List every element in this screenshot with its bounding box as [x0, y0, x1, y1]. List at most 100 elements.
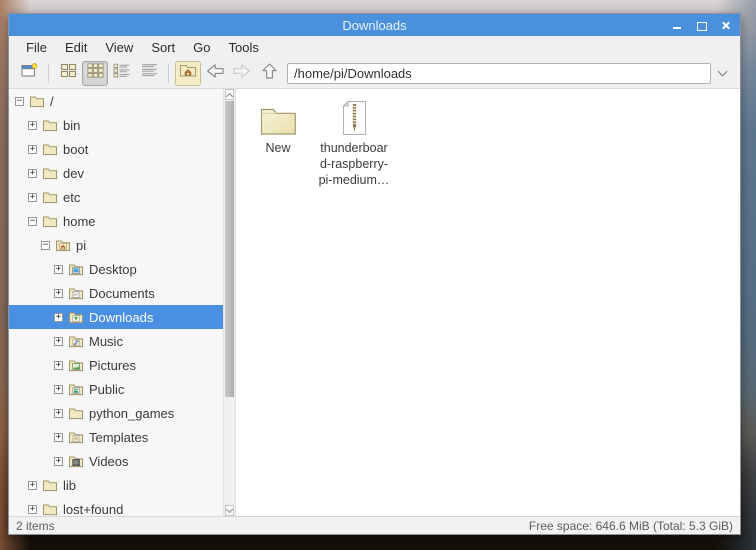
toolbar-separator — [168, 63, 169, 83]
folder-icon — [42, 166, 58, 180]
scroll-up-button[interactable] — [225, 89, 234, 100]
menu-go[interactable]: Go — [184, 38, 219, 57]
folder-icon — [42, 118, 58, 132]
expand-icon[interactable]: + — [28, 120, 37, 130]
expand-icon[interactable]: + — [28, 144, 37, 154]
sidebar-item-[interactable]: − / — [9, 89, 223, 113]
path-dropdown-button[interactable] — [711, 63, 733, 84]
sidebar-item-boot[interactable]: + boot — [9, 137, 223, 161]
menu-tools[interactable]: Tools — [220, 38, 268, 57]
sidebar-item-lib[interactable]: + lib — [9, 473, 223, 497]
sidebar-item-bin[interactable]: + bin — [9, 113, 223, 137]
expand-icon[interactable]: + — [28, 168, 37, 178]
close-icon[interactable] — [720, 20, 731, 31]
toolbar — [9, 58, 740, 89]
sidebar-item-label: bin — [63, 117, 81, 133]
item-count: 2 items — [16, 518, 55, 533]
sidebar-item-desktop[interactable]: + Desktop — [9, 257, 223, 281]
menubar: File Edit View Sort Go Tools — [9, 36, 740, 58]
sidebar-item-label: etc — [63, 189, 81, 205]
sidebar-item-label: home — [63, 213, 96, 229]
list-view-icon — [141, 63, 158, 83]
expand-icon[interactable]: + — [54, 336, 63, 346]
sidebar-item-downloads[interactable]: + Downloads — [9, 305, 223, 329]
sidebar-item-dev[interactable]: + dev — [9, 161, 223, 185]
file-list-panel[interactable]: New thunderboar d-raspberry- pi-medium… — [236, 89, 740, 516]
scrollbar-thumb[interactable] — [225, 101, 234, 397]
list-view-button[interactable] — [136, 61, 162, 86]
sidebar-item-music[interactable]: + Music — [9, 329, 223, 353]
compact-view-button[interactable] — [82, 60, 108, 86]
sidebar-item-label: Downloads — [89, 309, 154, 325]
chevron-up-icon — [225, 92, 234, 100]
minimize-icon[interactable] — [672, 20, 683, 31]
home-folder-icon — [179, 63, 197, 83]
sidebar-item-label: pi — [76, 237, 87, 253]
back-button[interactable] — [202, 61, 228, 86]
expand-icon[interactable]: + — [54, 408, 63, 418]
collapse-icon[interactable]: − — [15, 96, 24, 106]
sidebar-item-home[interactable]: − home — [9, 209, 223, 233]
menu-file[interactable]: File — [17, 38, 56, 57]
sidebar-item-videos[interactable]: + Videos — [9, 449, 223, 473]
folder-icon — [68, 406, 84, 420]
expand-icon[interactable]: + — [28, 504, 37, 514]
sidebar-item-public[interactable]: + Public — [9, 377, 223, 401]
window-controls — [672, 14, 731, 36]
sidebar-item-label: Pictures — [89, 357, 136, 373]
sidebar-item-templates[interactable]: + Templates — [9, 425, 223, 449]
menu-sort[interactable]: Sort — [142, 38, 184, 57]
menu-view[interactable]: View — [96, 38, 142, 57]
icon-view-button[interactable] — [55, 61, 81, 86]
sidebar-scrollbar[interactable] — [223, 89, 236, 516]
collapse-icon[interactable]: − — [28, 216, 37, 226]
sidebar-item-python-games[interactable]: + python_games — [9, 401, 223, 425]
collapse-icon[interactable]: − — [41, 240, 50, 250]
forward-button[interactable] — [229, 61, 255, 86]
up-arrow-icon — [261, 62, 278, 85]
expand-icon[interactable]: + — [54, 456, 63, 466]
scroll-down-button[interactable] — [225, 505, 234, 516]
maximize-icon[interactable] — [696, 20, 707, 31]
templates-folder-icon — [68, 430, 84, 444]
menu-edit[interactable]: Edit — [56, 38, 96, 57]
path-input[interactable] — [287, 62, 711, 84]
music-folder-icon — [68, 334, 84, 348]
compact-view-icon — [86, 63, 104, 83]
expand-icon[interactable]: + — [54, 264, 63, 274]
folder-icon — [42, 502, 58, 516]
folder-icon — [260, 96, 297, 136]
sidebar-item-label: Desktop — [89, 261, 137, 277]
expand-icon[interactable]: + — [54, 432, 63, 442]
expand-icon[interactable]: + — [28, 192, 37, 202]
pictures-folder-icon — [68, 358, 84, 372]
sidebar-item-label: lost+found — [63, 501, 124, 517]
home-folder-icon — [55, 238, 71, 252]
up-button[interactable] — [256, 61, 282, 86]
sidebar-item-label: Videos — [89, 453, 129, 469]
file-item-thunderboar[interactable]: thunderboar d-raspberry- pi-medium… — [318, 96, 390, 188]
sidebar-item-documents[interactable]: + Documents — [9, 281, 223, 305]
sidebar-item-etc[interactable]: + etc — [9, 185, 223, 209]
sidebar-item-pi[interactable]: − pi — [9, 233, 223, 257]
home-button[interactable] — [175, 60, 201, 86]
sidebar-item-label: python_games — [89, 405, 175, 421]
statusbar: 2 items Free space: 646.6 MiB (Total: 5.… — [9, 516, 740, 534]
content-area: − / + bin + boot + dev + etc − home − pi + Desktop + Docu… — [9, 89, 740, 516]
expand-icon[interactable]: + — [54, 360, 63, 370]
sidebar-item-pictures[interactable]: + Pictures — [9, 353, 223, 377]
toolbar-separator — [48, 63, 49, 83]
sidebar-item-label: / — [50, 93, 54, 109]
expand-icon[interactable]: + — [54, 288, 63, 298]
sidebar-item-label: Documents — [89, 285, 155, 301]
new-window-button[interactable] — [16, 61, 42, 86]
free-space: Free space: 646.6 MiB (Total: 5.3 GiB) — [528, 518, 733, 533]
detailed-list-view-icon — [113, 63, 131, 83]
titlebar[interactable]: Downloads — [9, 14, 740, 36]
detailed-list-view-button[interactable] — [109, 61, 135, 86]
file-item-new[interactable]: New — [242, 96, 314, 156]
expand-icon[interactable]: + — [54, 384, 63, 394]
expand-icon[interactable]: + — [54, 312, 63, 322]
expand-icon[interactable]: + — [28, 480, 37, 490]
sidebar-item-lost-found[interactable]: + lost+found — [9, 497, 223, 516]
